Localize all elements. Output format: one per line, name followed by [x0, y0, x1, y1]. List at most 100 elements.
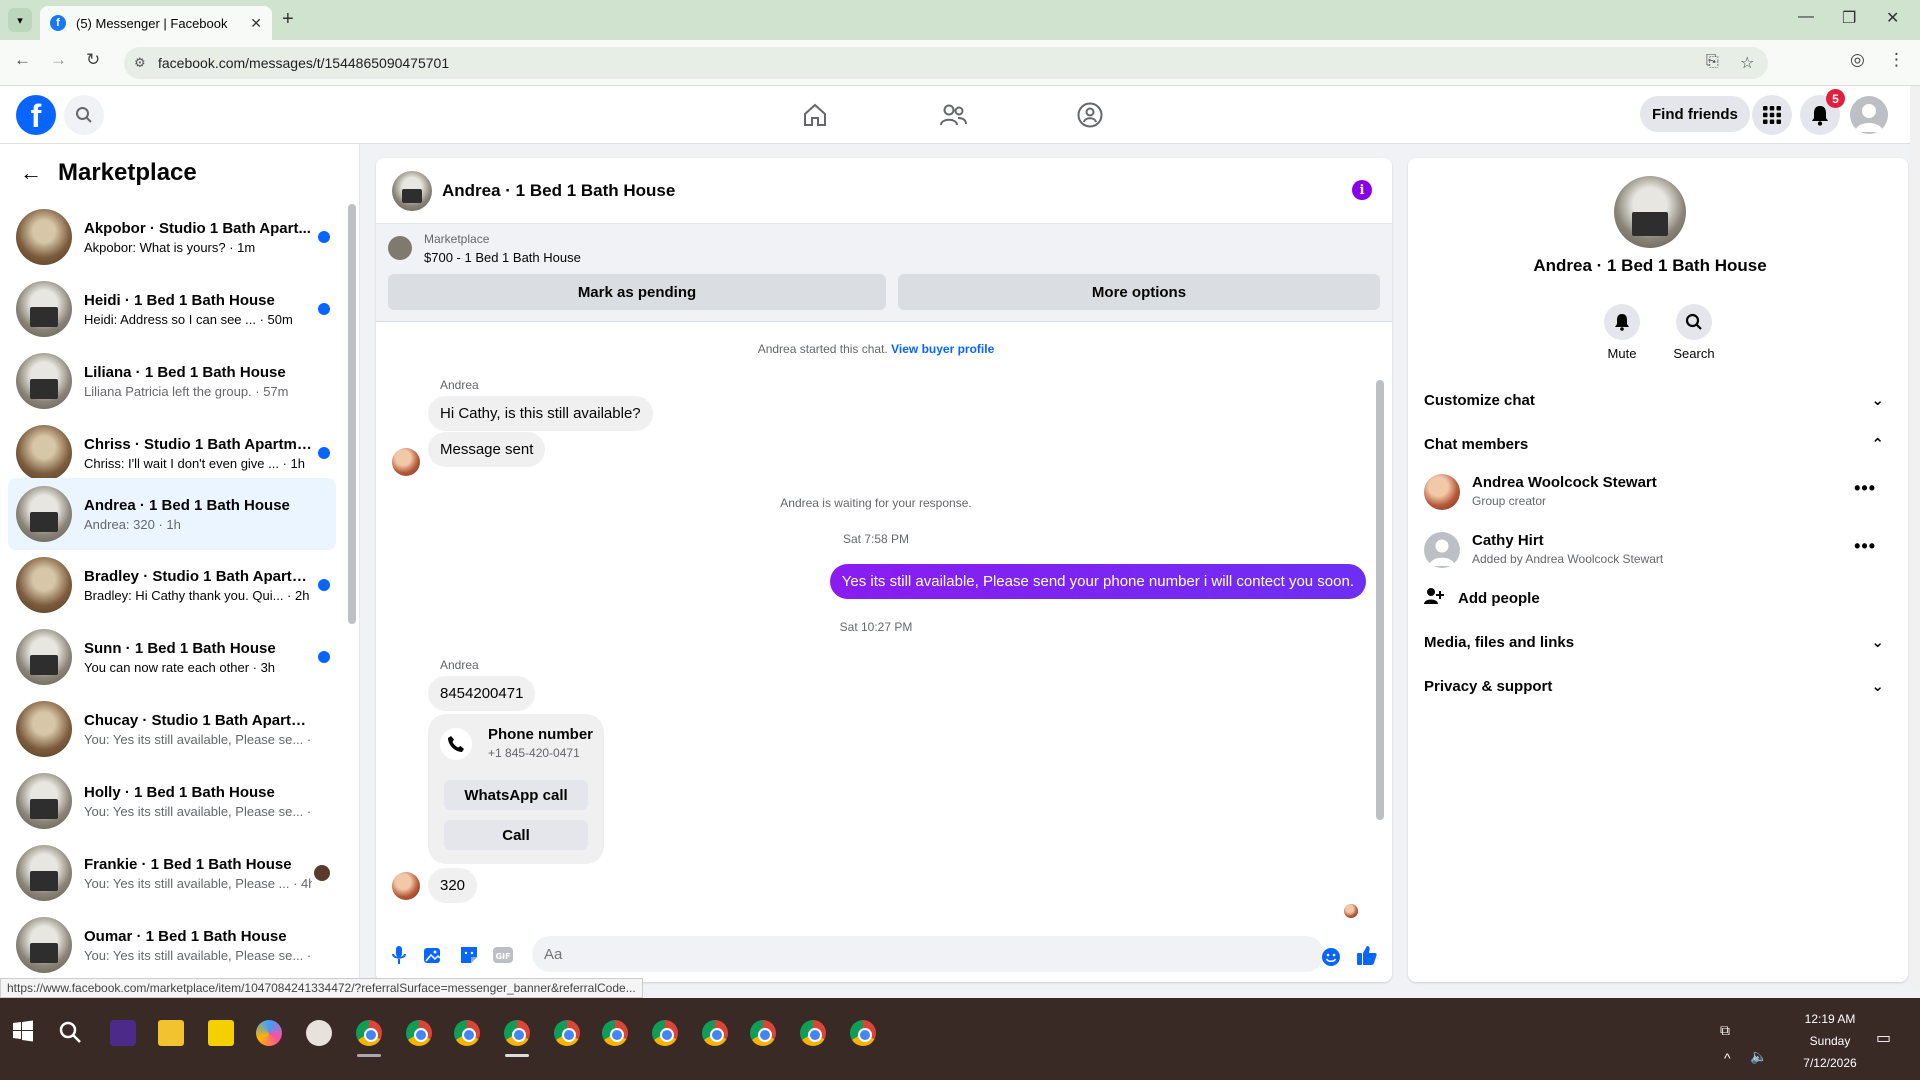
- conversation-item[interactable]: Akpobor · Studio 1 Bath Apart... Akpobor:…: [8, 202, 336, 272]
- unread-dot: [318, 651, 330, 663]
- search-icon[interactable]: [64, 95, 104, 135]
- chrome-icon[interactable]: [750, 1020, 776, 1046]
- page-scrollbar[interactable]: [1910, 86, 1920, 990]
- sender-avatar[interactable]: [392, 872, 420, 900]
- facebook-top-nav: f Find friends 5: [0, 86, 1920, 144]
- restore-icon[interactable]: ❐: [1842, 8, 1856, 28]
- install-app-icon[interactable]: ⎘: [1706, 53, 1719, 71]
- chrome-icon[interactable]: [356, 1020, 382, 1046]
- close-window-icon[interactable]: ✕: [1886, 8, 1899, 28]
- conversation-preview: Andrea: 320 · 1h: [84, 516, 181, 532]
- conversation-item-active[interactable]: Andrea · 1 Bed 1 Bath House Andrea: 320 ·…: [8, 478, 336, 550]
- sticker-icon[interactable]: [458, 944, 480, 966]
- bookmark-star-icon[interactable]: ☆: [1740, 53, 1754, 73]
- tab-close-icon[interactable]: ✕: [250, 15, 262, 32]
- chrome-icon[interactable]: [554, 1020, 580, 1046]
- like-thumbs-up-icon[interactable]: [1356, 944, 1378, 966]
- microphone-icon[interactable]: [388, 944, 410, 966]
- view-buyer-profile-link[interactable]: View buyer profile: [891, 342, 994, 356]
- emoji-icon[interactable]: [1320, 946, 1342, 968]
- more-options-icon[interactable]: •••: [1854, 478, 1876, 499]
- mute-button[interactable]: Mute: [1592, 304, 1652, 361]
- call-button[interactable]: Call: [444, 820, 588, 850]
- listing-thumbnail[interactable]: [388, 236, 412, 260]
- customize-chat-section[interactable]: Customize chat ⌄: [1424, 382, 1884, 418]
- conversation-item[interactable]: Oumar · 1 Bed 1 Bath House You: Yes its s…: [8, 910, 336, 980]
- member-row[interactable]: Cathy Hirt Added by Andrea Woolcock Stew…: [1424, 528, 1884, 574]
- chevron-up-icon[interactable]: ^: [1724, 1050, 1742, 1068]
- facebook-logo-icon[interactable]: f: [16, 95, 56, 135]
- minimize-icon[interactable]: —: [1798, 8, 1814, 26]
- groups-icon[interactable]: [1075, 100, 1105, 130]
- chrome-icon[interactable]: [504, 1020, 530, 1046]
- member-row[interactable]: Andrea Woolcock Stewart Group creator ••…: [1424, 470, 1884, 516]
- gif-icon[interactable]: GIF: [492, 944, 514, 966]
- account-avatar[interactable]: [1850, 96, 1888, 134]
- home-icon[interactable]: [800, 100, 830, 130]
- friends-icon[interactable]: [938, 100, 968, 130]
- chat-title[interactable]: Andrea · 1 Bed 1 Bath House: [442, 181, 675, 201]
- chat-thumbnail[interactable]: [392, 170, 432, 211]
- app-icon[interactable]: [110, 1020, 136, 1046]
- info-icon[interactable]: i: [1352, 180, 1372, 200]
- chrome-icon[interactable]: [702, 1020, 728, 1046]
- add-people-button[interactable]: Add people: [1424, 580, 1884, 616]
- conversation-item[interactable]: Bradley · Studio 1 Bath Apartm... Bradley…: [8, 550, 336, 620]
- new-tab-button[interactable]: +: [282, 8, 294, 31]
- windows-start-icon[interactable]: [12, 1020, 38, 1046]
- find-friends-button[interactable]: Find friends: [1640, 96, 1750, 132]
- notification-center-icon[interactable]: ▭: [1876, 1028, 1896, 1048]
- chrome-icon[interactable]: [602, 1020, 628, 1046]
- file-explorer-icon[interactable]: [158, 1020, 184, 1046]
- phone-icon: [440, 728, 472, 760]
- chrome-icon[interactable]: [850, 1020, 876, 1046]
- profile-icon[interactable]: ◎: [1850, 50, 1865, 70]
- search-icon[interactable]: [58, 1020, 84, 1046]
- list-scrollbar[interactable]: [348, 204, 356, 624]
- conversation-item[interactable]: Sunn · 1 Bed 1 Bath House You can now rat…: [8, 622, 336, 692]
- conversation-list-panel: ← Marketplace Akpobor · Studio 1 Bath Ap…: [0, 144, 360, 990]
- search-in-chat-button[interactable]: Search: [1664, 304, 1724, 361]
- conversation-item[interactable]: Chucay · Studio 1 Bath Apartment You: Yes…: [8, 694, 336, 764]
- system-tray-icon[interactable]: ⧉: [1720, 1022, 1738, 1040]
- reload-icon[interactable]: ↻: [86, 50, 100, 70]
- listing-thumbnail: [16, 917, 72, 973]
- address-bar[interactable]: ⚙ facebook.com/messages/t/15448650904757…: [124, 47, 1768, 79]
- sender-avatar[interactable]: [392, 448, 420, 476]
- whatsapp-call-button[interactable]: WhatsApp call: [444, 780, 588, 810]
- banner-listing[interactable]: $700 - 1 Bed 1 Bath House: [424, 250, 581, 265]
- menu-grid-icon[interactable]: [1752, 95, 1792, 135]
- browser-tab[interactable]: f (5) Messenger | Facebook ✕: [40, 6, 272, 40]
- chat-scrollbar[interactable]: [1376, 380, 1384, 820]
- forward-icon[interactable]: →: [50, 50, 67, 70]
- tab-search-button[interactable]: ▾: [8, 8, 32, 32]
- conversation-item[interactable]: Frankie · 1 Bed 1 Bath House You: Yes its…: [8, 838, 336, 908]
- conversation-item[interactable]: Liliana · 1 Bed 1 Bath House Liliana Patr…: [8, 346, 336, 416]
- copilot-icon[interactable]: [256, 1020, 282, 1046]
- conversation-item[interactable]: Holly · 1 Bed 1 Bath House You: Yes its s…: [8, 766, 336, 836]
- mark-as-pending-button[interactable]: Mark as pending: [388, 274, 886, 310]
- privacy-support-section[interactable]: Privacy & support ⌄: [1424, 668, 1884, 704]
- media-files-section[interactable]: Media, files and links ⌄: [1424, 624, 1884, 660]
- back-icon[interactable]: ←: [14, 50, 31, 70]
- app-icon[interactable]: [306, 1020, 332, 1046]
- site-info-icon[interactable]: ⚙: [134, 55, 146, 71]
- chrome-icon[interactable]: [406, 1020, 432, 1046]
- photo-icon[interactable]: [422, 944, 444, 966]
- chrome-menu-icon[interactable]: ⋮: [1888, 50, 1905, 70]
- back-arrow-icon[interactable]: ←: [20, 160, 42, 186]
- chat-details-panel: Andrea · 1 Bed 1 Bath House Mute Search …: [1408, 158, 1908, 982]
- listing-avatar[interactable]: [1614, 176, 1686, 248]
- chat-members-section[interactable]: Chat members ⌃: [1424, 426, 1884, 462]
- more-options-button[interactable]: More options: [898, 274, 1380, 310]
- chrome-icon[interactable]: [800, 1020, 826, 1046]
- chrome-icon[interactable]: [454, 1020, 480, 1046]
- chrome-icon[interactable]: [652, 1020, 678, 1046]
- conversation-item[interactable]: Heidi · 1 Bed 1 Bath House Heidi: Address…: [8, 274, 336, 344]
- more-options-icon[interactable]: •••: [1854, 536, 1876, 557]
- timestamp: Sat 10:27 PM: [839, 620, 913, 634]
- sticky-notes-icon[interactable]: [208, 1020, 234, 1046]
- message-input[interactable]: [532, 936, 1324, 972]
- system-clock[interactable]: 12:19 AM Sunday 7/12/2026: [1780, 1008, 1880, 1074]
- volume-icon[interactable]: 🔈: [1750, 1048, 1768, 1066]
